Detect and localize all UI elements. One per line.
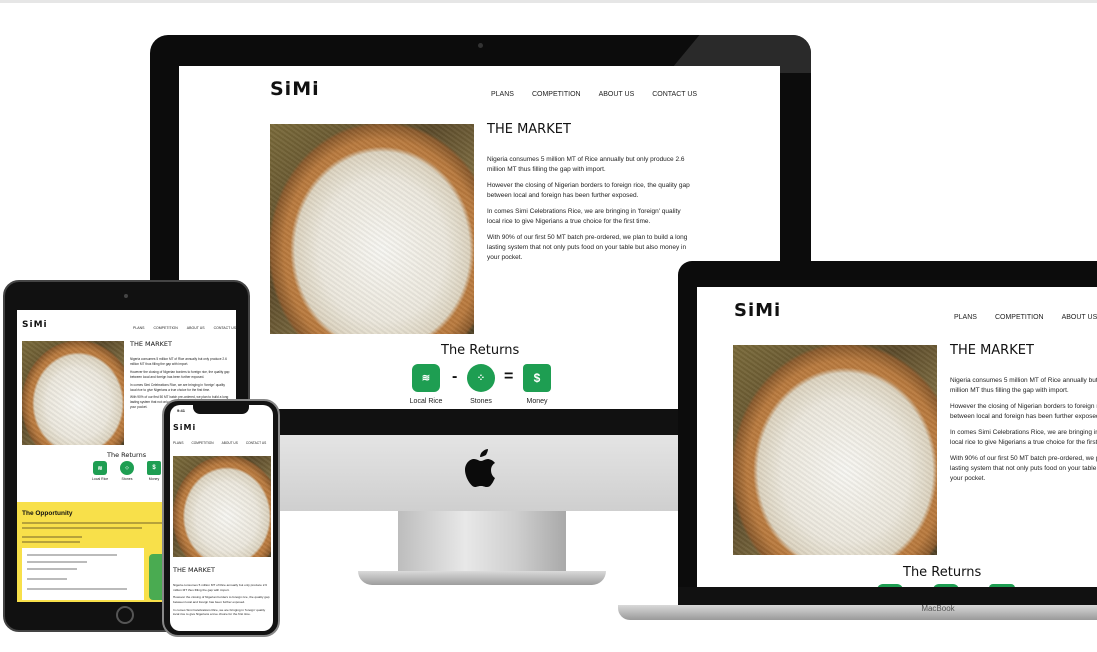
nav-competition[interactable]: COMPETITION xyxy=(532,91,581,98)
text-line xyxy=(22,536,82,538)
market-paragraph: Nigeria consumes 5 million MT of Rice an… xyxy=(950,377,1097,395)
market-title: THE MARKET xyxy=(950,343,1034,358)
text-line xyxy=(22,527,142,529)
returns-title: The Returns xyxy=(441,343,520,358)
nav-plans[interactable]: PLANS xyxy=(491,91,514,98)
ipad-home-button xyxy=(116,606,134,624)
nav-contact-us[interactable]: CONTACT US xyxy=(652,91,697,98)
nav-about-us[interactable]: ABOUT US xyxy=(222,441,238,445)
site-logo[interactable]: SiMi xyxy=(173,423,196,432)
rice-basket-image xyxy=(22,341,124,445)
money-icon: $ xyxy=(523,364,551,392)
market-paragraph: In comes Simi Celebrations Rice, we are … xyxy=(130,382,225,392)
stones-icon: ⁘ xyxy=(467,364,495,392)
market-paragraph: Nigeria consumes 5 million MT of Rice an… xyxy=(487,156,685,174)
nav-contact-us[interactable]: CONTACT US xyxy=(214,326,236,330)
ipad-camera xyxy=(124,294,128,298)
market-paragraph: With 90% of our first 50 MT batch pre-or… xyxy=(950,454,1097,483)
nav-plans[interactable]: PLANS xyxy=(173,441,183,445)
imac-stand xyxy=(398,511,566,571)
local-rice-caption: Local Rice xyxy=(409,398,443,405)
site-nav: PLANS COMPETITION ABOUT US CONTACT US xyxy=(133,326,236,330)
rice-basket-image xyxy=(733,345,937,555)
rice-basket-image xyxy=(173,456,271,557)
macbook-label: MacBook xyxy=(921,604,955,613)
macbook-base xyxy=(618,605,1097,620)
nav-plans[interactable]: PLANS xyxy=(133,326,144,330)
stones-caption: Stones xyxy=(121,477,133,481)
nav-about-us[interactable]: ABOUT US xyxy=(1062,314,1097,321)
market-title: THE MARKET xyxy=(173,566,215,574)
market-title: THE MARKET xyxy=(487,122,571,137)
nav-contact-us[interactable]: CONTACT US xyxy=(246,441,266,445)
device-mockup-scene: SiMi PLANS COMPETITION ABOUT US CONTACT … xyxy=(0,0,1097,652)
market-text: Nigeria consumes 5 million MT of Rice an… xyxy=(950,376,1097,490)
money-caption: Money xyxy=(526,398,548,405)
apple-logo-icon xyxy=(462,448,498,498)
market-text: Nigeria consumes 5 million MT of Rice an… xyxy=(173,583,270,620)
local-rice-icon: ≋ xyxy=(412,364,440,392)
market-paragraph: However the closing of Nigerian borders … xyxy=(487,181,690,200)
site-nav: PLANS COMPETITION ABOUT US CONTACT US xyxy=(173,441,266,445)
nav-competition[interactable]: COMPETITION xyxy=(191,441,213,445)
iphone-notch xyxy=(193,405,249,414)
market-paragraph: In comes Simi Celebrations Rice, we are … xyxy=(950,428,1097,446)
money-icon: $ xyxy=(147,461,161,475)
local-rice-icon: ≋ xyxy=(93,461,107,475)
equals-sign: = xyxy=(504,368,514,385)
stones-icon: ⁘ xyxy=(120,461,134,475)
market-paragraph: Nigeria consumes 5 million MT of Rice an… xyxy=(173,583,268,592)
market-text: Nigeria consumes 5 million MT of Rice an… xyxy=(487,155,693,269)
nav-competition[interactable]: COMPETITION xyxy=(153,326,177,330)
text-line xyxy=(22,522,162,524)
site-logo[interactable]: SiMi xyxy=(734,300,781,321)
text-line xyxy=(27,568,77,570)
text-line xyxy=(22,541,80,543)
returns-title: The Returns xyxy=(107,451,147,459)
nav-about-us[interactable]: ABOUT US xyxy=(187,326,205,330)
iphone-screen: 9:41 SiMi PLANS COMPETITION ABOUT US CON… xyxy=(170,405,273,631)
market-paragraph: However the closing of Nigerian borders … xyxy=(130,369,230,379)
plan-card xyxy=(22,548,144,600)
site-logo[interactable]: SiMi xyxy=(270,78,320,100)
imac-base xyxy=(358,571,606,585)
status-time: 9:41 xyxy=(177,408,186,413)
local-rice-caption: Local Rice xyxy=(91,477,109,481)
market-paragraph: In comes Simi Celebrations Rice, we are … xyxy=(173,607,266,617)
minus-sign: - xyxy=(452,368,458,385)
imac-camera xyxy=(478,43,483,48)
nav-about-us[interactable]: ABOUT US xyxy=(599,91,635,98)
returns-title: The Returns xyxy=(903,565,982,580)
market-paragraph: However the closing of Nigerian borders … xyxy=(173,595,270,605)
nav-competition[interactable]: COMPETITION xyxy=(995,314,1044,321)
nav-plans[interactable]: PLANS xyxy=(954,314,977,321)
macbook-lower-bezel xyxy=(678,587,1097,605)
site-nav: PLANS COMPETITION ABOUT US CONTACT US xyxy=(491,91,697,98)
text-line xyxy=(27,588,127,590)
text-line xyxy=(27,578,67,580)
text-line xyxy=(27,554,117,556)
rice-basket-image xyxy=(270,124,474,334)
text-line xyxy=(27,561,87,563)
market-paragraph: In comes Simi Celebrations Rice, we are … xyxy=(487,207,681,225)
site-logo[interactable]: SiMi xyxy=(22,320,48,330)
market-paragraph: Nigeria consumes 5 million MT of Rice an… xyxy=(130,357,227,366)
market-title: THE MARKET xyxy=(130,340,172,348)
site-nav: PLANS COMPETITION ABOUT US CONTACT US xyxy=(954,314,1097,321)
stones-caption: Stones xyxy=(470,398,492,405)
market-paragraph: With 90% of our first 50 MT batch pre-or… xyxy=(487,233,688,262)
opportunity-title: The Opportunity xyxy=(22,510,73,517)
market-paragraph: However the closing of Nigerian borders … xyxy=(950,402,1097,421)
macbook-screen: SiMi PLANS COMPETITION ABOUT US CONTACT … xyxy=(697,287,1097,587)
